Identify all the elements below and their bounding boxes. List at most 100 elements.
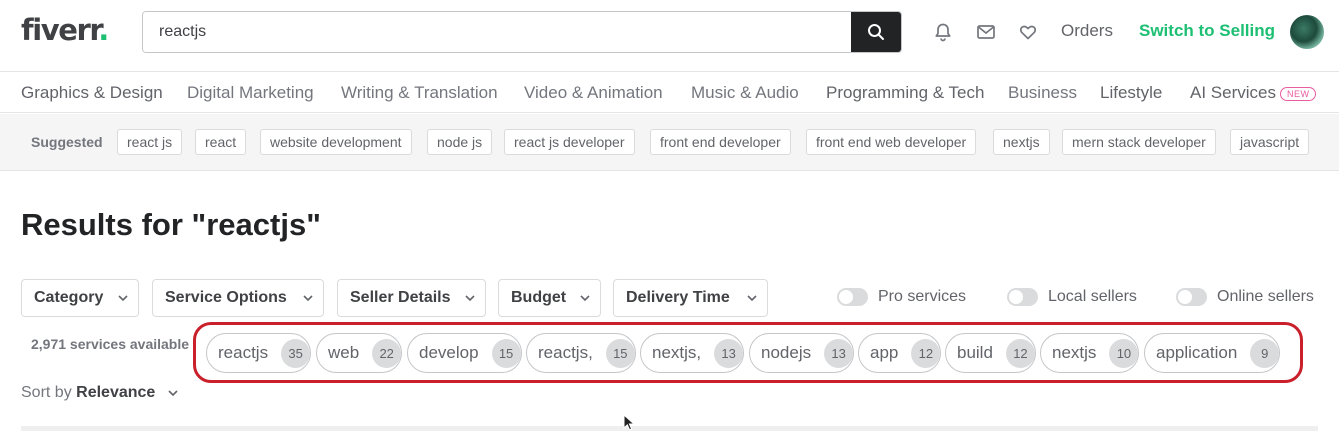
- suggested-chip[interactable]: react js developer: [504, 129, 635, 155]
- sort-label: Sort by: [21, 384, 72, 401]
- tag-pill[interactable]: nextjs, 13: [640, 333, 745, 373]
- search-input[interactable]: [143, 12, 851, 52]
- messages-button[interactable]: [975, 21, 997, 43]
- tag-pill[interactable]: web 22: [316, 333, 403, 373]
- tag-count: 10: [1109, 338, 1139, 368]
- category-graphics-design[interactable]: Graphics & Design: [21, 83, 163, 103]
- category-music-audio[interactable]: Music & Audio: [691, 83, 799, 103]
- tag-text: nextjs: [1052, 343, 1097, 362]
- new-badge: NEW: [1279, 86, 1317, 101]
- sort-value: Relevance: [76, 384, 156, 401]
- category-ai-services[interactable]: AI Services NEW: [1190, 83, 1317, 103]
- filter-category[interactable]: Category: [21, 279, 139, 317]
- tag-count: 22: [372, 338, 402, 368]
- category-nav: Graphics & Design Digital Marketing Writ…: [0, 73, 1339, 113]
- tag-pill[interactable]: nodejs 13: [749, 333, 855, 373]
- tag-text: app: [870, 343, 899, 362]
- suggested-chip[interactable]: react: [195, 129, 247, 155]
- notifications-button[interactable]: [932, 21, 954, 43]
- tag-text: develop: [419, 343, 479, 362]
- results-grid-top-edge: [21, 426, 1318, 431]
- tag-pill[interactable]: app 12: [858, 333, 942, 373]
- avatar[interactable]: [1290, 15, 1324, 49]
- tag-text: nextjs,: [652, 343, 702, 362]
- toggle-label: Local sellers: [1048, 288, 1137, 305]
- filter-label: Delivery Time: [626, 289, 730, 306]
- pro-services-toggle[interactable]: Pro services: [837, 288, 966, 306]
- services-count: 2,971 services available: [31, 336, 190, 352]
- tag-pill[interactable]: application 9: [1144, 333, 1281, 373]
- suggested-chip[interactable]: mern stack developer: [1062, 129, 1216, 155]
- suggested-chip[interactable]: front end web developer: [806, 129, 977, 155]
- sort-dropdown[interactable]: Sort by Relevance: [21, 384, 178, 402]
- suggested-chip[interactable]: nextjs: [993, 129, 1050, 155]
- fiverr-logo[interactable]: fiverr.: [21, 13, 109, 47]
- category-business[interactable]: Business: [1008, 83, 1077, 103]
- tag-pill[interactable]: nextjs 10: [1040, 333, 1140, 373]
- search-icon: [868, 24, 884, 40]
- switch-to-selling-link[interactable]: Switch to Selling: [1139, 21, 1275, 41]
- chevron-down-icon: [465, 295, 475, 302]
- filter-service-options[interactable]: Service Options: [152, 279, 324, 317]
- toggle-switch[interactable]: [1007, 288, 1038, 306]
- suggested-chip[interactable]: javascript: [1230, 129, 1310, 155]
- tag-pill[interactable]: build 12: [945, 333, 1036, 373]
- search-bar: [142, 11, 902, 53]
- orders-link[interactable]: Orders: [1061, 21, 1113, 41]
- filter-delivery-time[interactable]: Delivery Time: [613, 279, 768, 317]
- logo-dot: .: [98, 13, 109, 47]
- chevron-down-icon: [168, 390, 178, 397]
- filter-label: Budget: [511, 289, 567, 306]
- mail-icon: [977, 25, 995, 39]
- category-lifestyle[interactable]: Lifestyle: [1100, 83, 1162, 103]
- top-header: fiverr. Orders Switch to Selling: [0, 0, 1339, 72]
- tag-count: 15: [605, 338, 635, 368]
- category-writing-translation[interactable]: Writing & Translation: [341, 83, 498, 103]
- local-sellers-toggle[interactable]: Local sellers: [1007, 288, 1137, 306]
- category-digital-marketing[interactable]: Digital Marketing: [187, 83, 314, 103]
- online-sellers-toggle[interactable]: Online sellers: [1176, 288, 1314, 306]
- toggle-label: Pro services: [878, 288, 967, 305]
- filter-label: Service Options: [165, 289, 287, 306]
- logo-text: fiverr: [21, 13, 100, 47]
- cursor-icon: [623, 414, 636, 431]
- tag-pill[interactable]: reactjs, 15: [526, 333, 636, 373]
- heart-icon: [1019, 25, 1037, 40]
- tag-text: web: [328, 343, 360, 362]
- tag-text: reactjs: [218, 343, 269, 362]
- tag-count: 15: [491, 338, 521, 368]
- category-programming-tech[interactable]: Programming & Tech: [826, 83, 984, 103]
- suggested-chip[interactable]: website development: [260, 129, 412, 155]
- suggested-chip[interactable]: front end developer: [650, 129, 791, 155]
- bell-icon: [935, 23, 951, 42]
- tag-pill[interactable]: develop 15: [407, 333, 522, 373]
- tag-text: nodejs: [761, 343, 812, 362]
- filter-label: Category: [34, 289, 104, 306]
- chevron-down-icon: [580, 295, 590, 302]
- toggle-label: Online sellers: [1217, 288, 1314, 305]
- suggested-chip[interactable]: node js: [427, 129, 493, 155]
- tag-count: 13: [824, 338, 854, 368]
- chevron-down-icon: [118, 295, 128, 302]
- search-button[interactable]: [851, 12, 901, 52]
- tag-count: 13: [714, 338, 744, 368]
- tag-count: 12: [1005, 338, 1035, 368]
- toggle-switch[interactable]: [1176, 288, 1207, 306]
- tag-text: build: [957, 343, 993, 362]
- filter-label: Seller Details: [350, 289, 451, 306]
- tag-count: 12: [911, 338, 941, 368]
- tag-text: application: [1156, 343, 1238, 362]
- suggested-label: Suggested: [31, 134, 103, 150]
- filter-seller-details[interactable]: Seller Details: [337, 279, 486, 317]
- category-video-animation[interactable]: Video & Animation: [524, 83, 663, 103]
- results-title: Results for "reactjs": [21, 207, 321, 242]
- toggle-switch[interactable]: [837, 288, 868, 306]
- category-ai-services-label: AI Services: [1190, 83, 1276, 102]
- filter-budget[interactable]: Budget: [498, 279, 601, 317]
- tag-pill[interactable]: reactjs 35: [206, 333, 312, 373]
- suggested-chip[interactable]: react js: [117, 129, 183, 155]
- tag-count: 9: [1250, 338, 1280, 368]
- favorites-button[interactable]: [1017, 21, 1039, 43]
- tag-count: 35: [281, 338, 311, 368]
- chevron-down-icon: [747, 295, 757, 302]
